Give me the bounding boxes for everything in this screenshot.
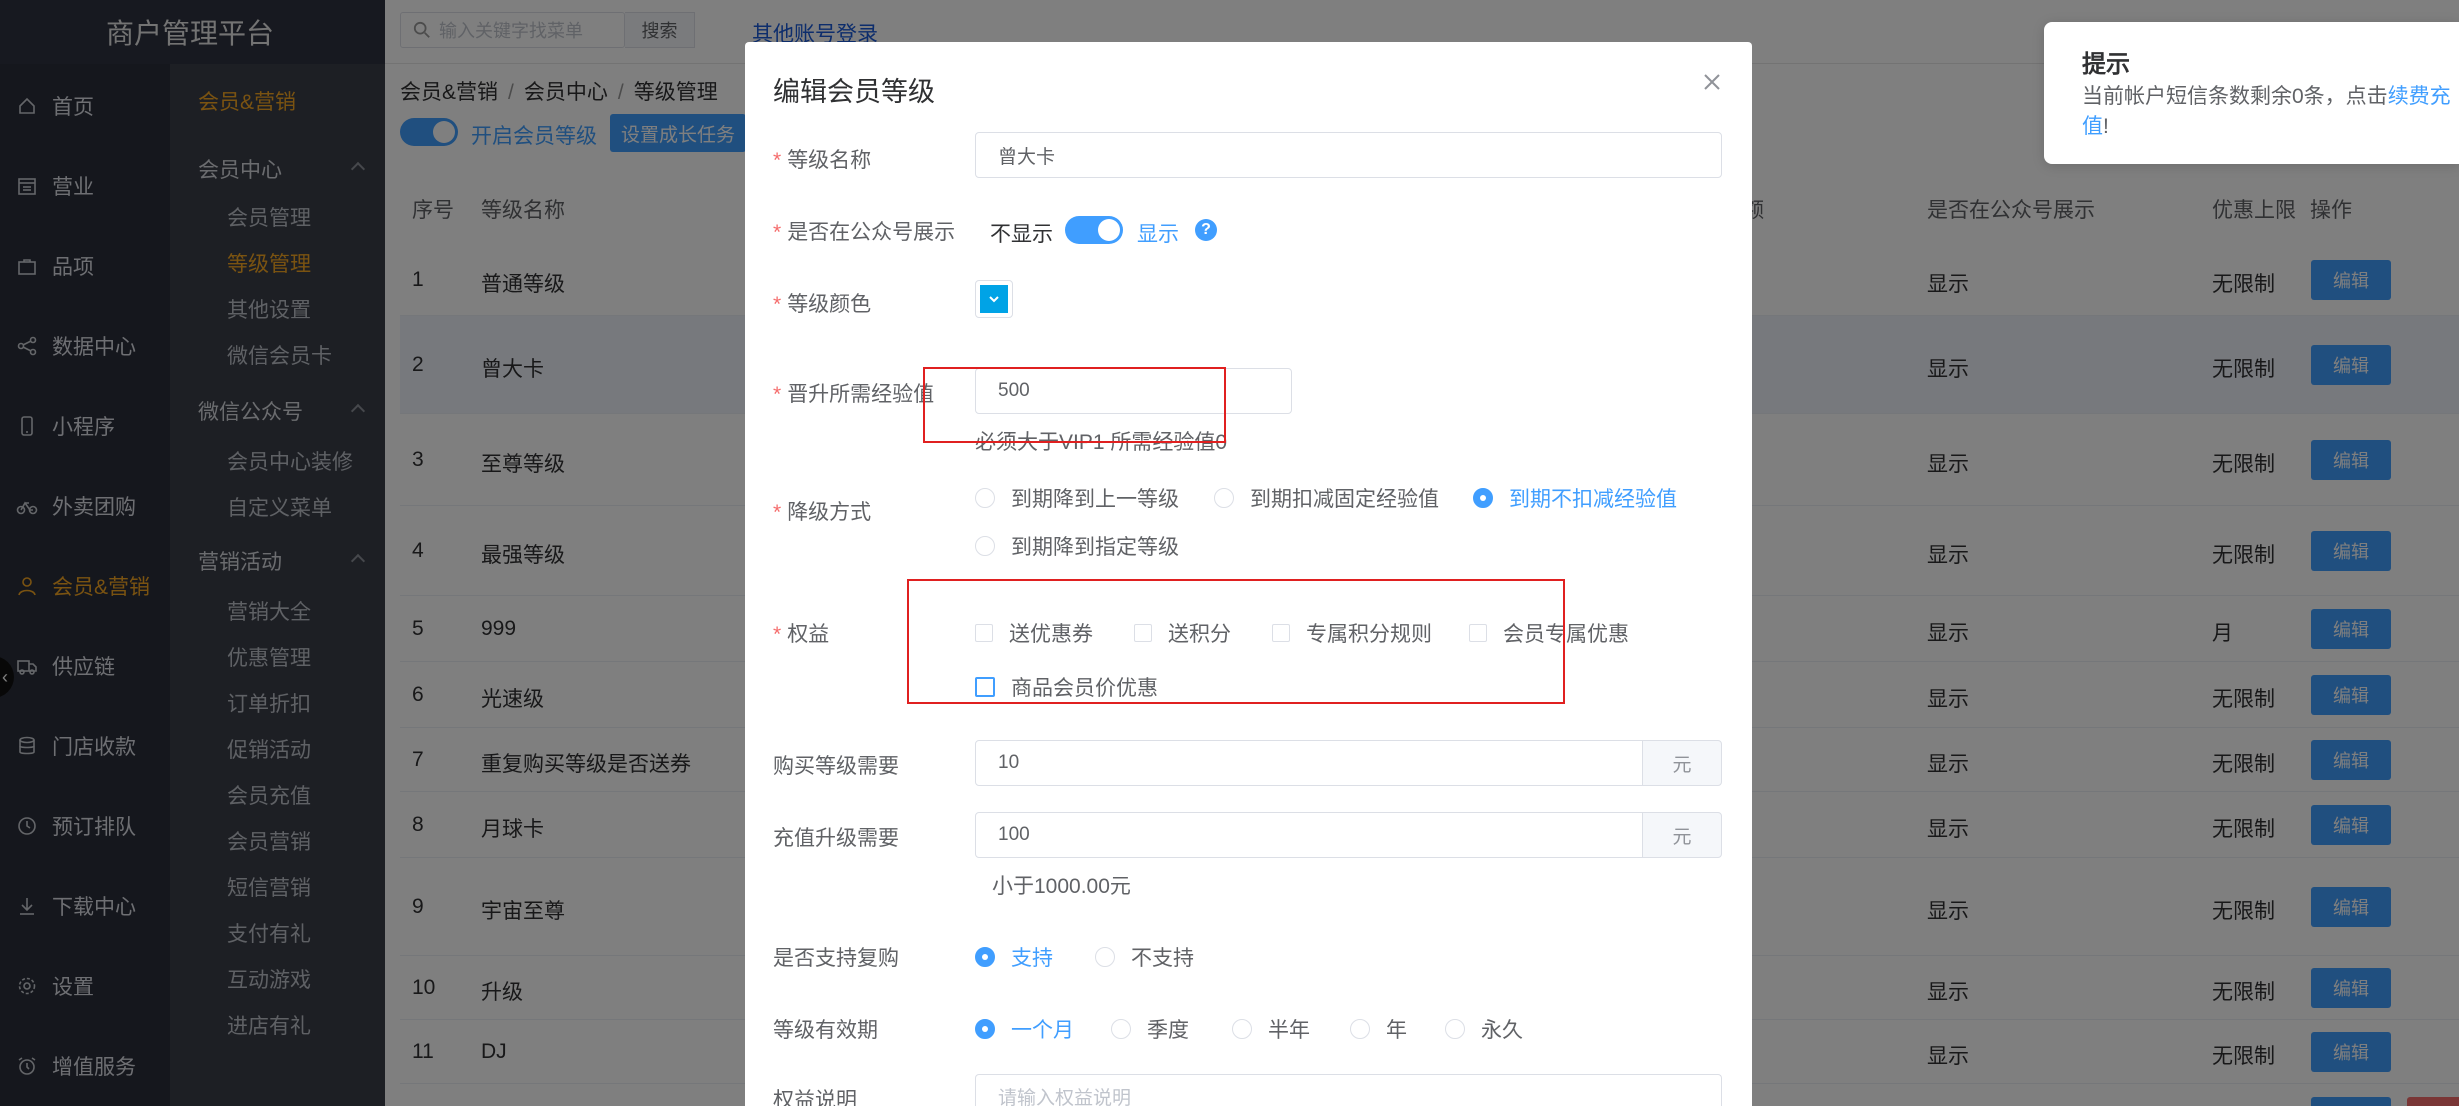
downgrade-option-fixed[interactable]: 到期扣减固定经验值 [1214, 483, 1439, 513]
downgrade-option-prev[interactable]: 到期降到上一等级 [975, 483, 1179, 513]
buy-unit: 元 [1642, 740, 1722, 786]
exp-label: * 晋升所需经验值 [773, 383, 935, 406]
public-show-label: * 是否在公众号展示 [773, 221, 956, 244]
repurchase-option-no[interactable]: 不支持 [1095, 942, 1194, 972]
help-icon[interactable]: ? [1195, 219, 1217, 241]
downgrade-option-none[interactable]: 到期不扣减经验值 [1473, 483, 1677, 513]
recharge-hint: 小于1000.00元 [992, 875, 1131, 898]
level-color-label: * 等级颜色 [773, 293, 872, 316]
close-icon[interactable] [1700, 70, 1724, 94]
level-color-picker[interactable] [975, 280, 1013, 318]
toast-message: 当前帐户短信条数剩余0条，点击续费充值! [2082, 85, 2451, 138]
downgrade-label: * 降级方式 [773, 501, 872, 524]
level-name-label: * 等级名称 [773, 149, 872, 172]
buy-amount-input[interactable]: 10 [975, 740, 1643, 786]
level-name-input[interactable]: 曾大卡 [975, 132, 1722, 178]
dialog-title: 编辑会员等级 [773, 77, 935, 107]
validity-option-month[interactable]: 一个月 [975, 1014, 1074, 1044]
public-show-off-label: 不显示 [990, 223, 1053, 246]
repurchase-option-yes[interactable]: 支持 [975, 942, 1053, 972]
public-show-switch[interactable] [1065, 216, 1123, 244]
validity-option-half-year[interactable]: 半年 [1232, 1014, 1310, 1044]
recharge-unit: 元 [1642, 812, 1722, 858]
validity-label: 等级有效期 [773, 1019, 878, 1042]
validity-option-year[interactable]: 年 [1350, 1014, 1407, 1044]
validity-option-forever[interactable]: 永久 [1445, 1014, 1523, 1044]
notification-toast: 提示 当前帐户短信条数剩余0条，点击续费充值! [2044, 22, 2459, 164]
edit-level-dialog: 编辑会员等级 * 等级名称 曾大卡 * 是否在公众号展示 不显示 显示 ? * 等级颜… [745, 42, 1752, 1106]
rights-desc-label: 权益说明 [773, 1089, 857, 1106]
highlight-box [923, 367, 1226, 443]
repurchase-label: 是否支持复购 [773, 947, 899, 970]
color-swatch [980, 285, 1008, 313]
downgrade-option-specified[interactable]: 到期降到指定等级 [975, 531, 1179, 561]
buy-label: 购买等级需要 [773, 755, 899, 778]
rights-label: * 权益 [773, 623, 830, 646]
validity-option-quarter[interactable]: 季度 [1111, 1014, 1189, 1044]
highlight-box [907, 579, 1565, 704]
toast-title: 提示 [2082, 51, 2130, 78]
rights-desc-textarea[interactable]: 请输入权益说明 [975, 1074, 1722, 1106]
recharge-amount-input[interactable]: 100 [975, 812, 1643, 858]
public-show-on-label: 显示 [1137, 223, 1179, 246]
recharge-label: 充值升级需要 [773, 827, 899, 850]
chevron-down-icon [989, 296, 999, 303]
